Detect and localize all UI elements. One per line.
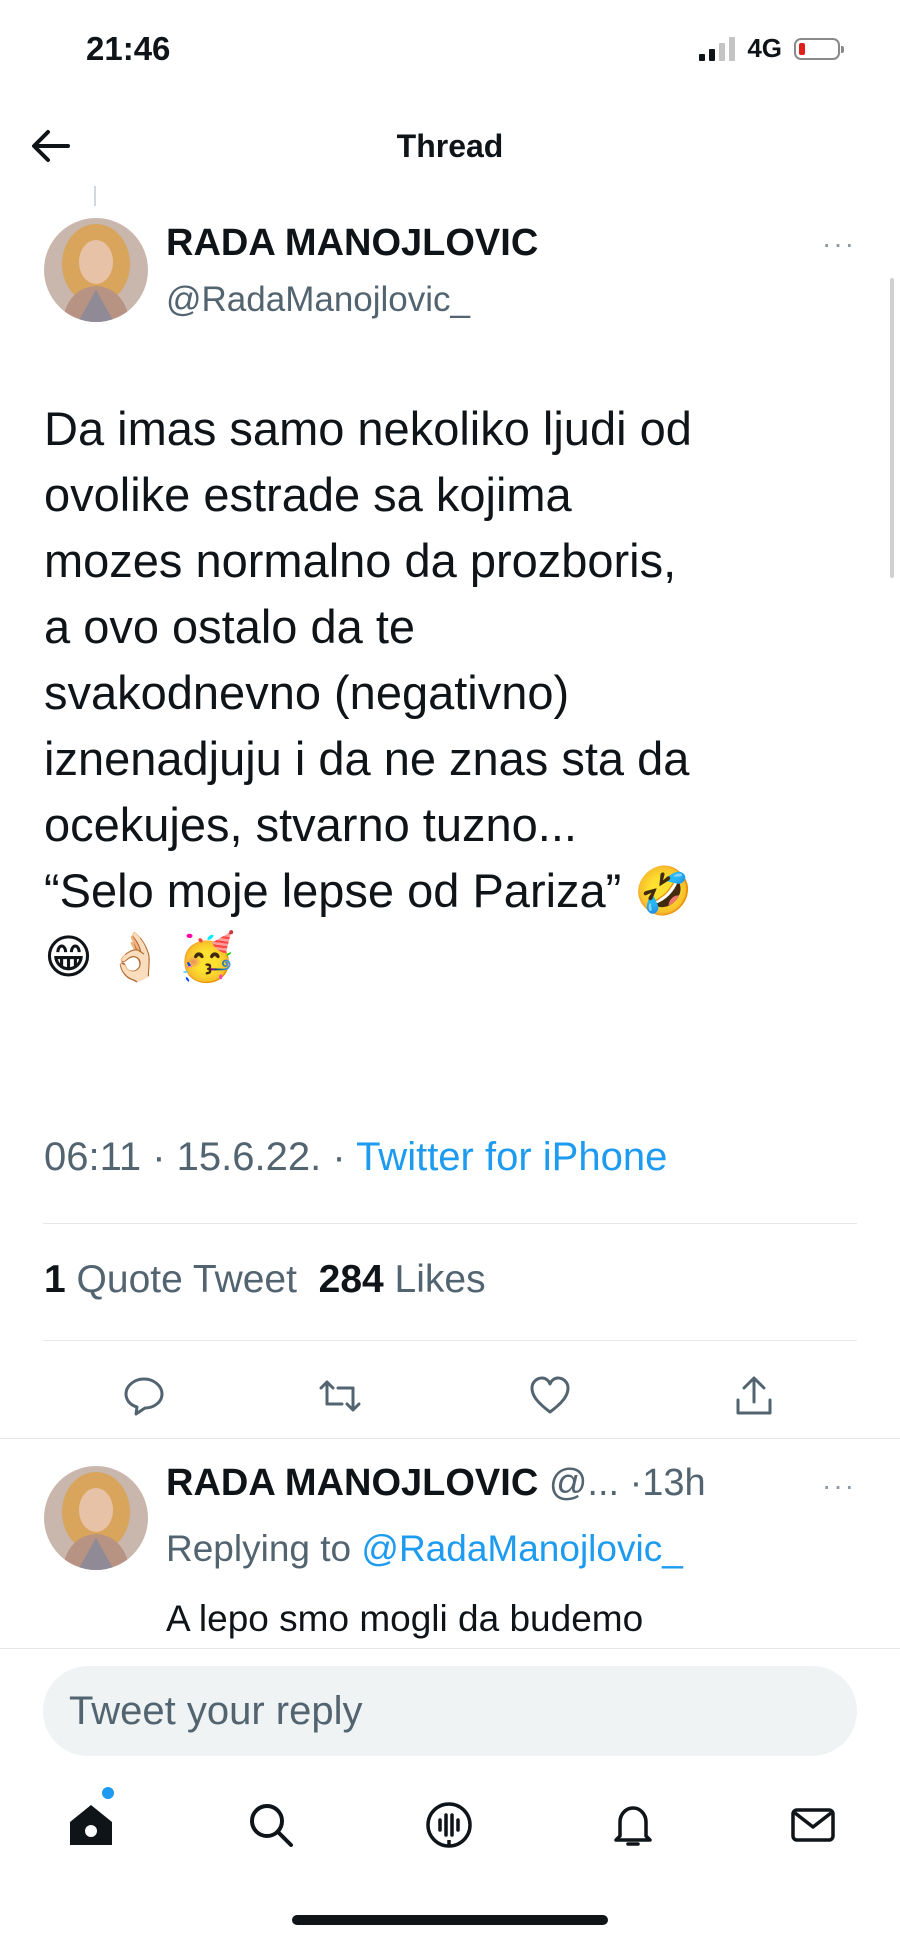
likes-link[interactable]: 284 Likes xyxy=(319,1258,486,1301)
author-name[interactable]: RADA MANOJLOVIC xyxy=(166,222,538,265)
thread-connector xyxy=(94,186,96,206)
status-indicators: 4G xyxy=(699,33,844,64)
retweet-button[interactable] xyxy=(318,1374,362,1418)
reply-author-row[interactable]: RADA MANOJLOVIC @... ·13h xyxy=(166,1462,706,1505)
reply-author-handle: @... xyxy=(538,1462,620,1504)
reply-button[interactable] xyxy=(122,1374,166,1418)
tweet-text: Da imas samo nekoliko ljudi od ovolike e… xyxy=(44,402,693,983)
share-button[interactable] xyxy=(732,1374,776,1418)
reply-icon xyxy=(124,1377,164,1416)
quote-tweets-link[interactable]: 1 Quote Tweet xyxy=(44,1258,297,1301)
status-time: 21:46 xyxy=(86,30,171,67)
tweet-meta: 06:11 · 15.6.22. · Twitter for iPhone xyxy=(44,1135,667,1180)
reply-more-options-icon[interactable]: ··· xyxy=(822,1470,856,1502)
scrollbar[interactable] xyxy=(890,278,894,578)
reply-time: ·13h xyxy=(619,1462,706,1504)
author-handle[interactable]: @RadaManojlovic_ xyxy=(166,280,470,320)
home-tab[interactable] xyxy=(66,1800,116,1850)
back-arrow-icon xyxy=(32,130,70,162)
spaces-tab[interactable] xyxy=(424,1800,474,1850)
page-title: Thread xyxy=(396,128,504,164)
messages-icon xyxy=(791,1808,835,1842)
reply-text: A lepo smo mogli da budemo xyxy=(166,1598,644,1639)
notification-dot xyxy=(102,1787,114,1799)
replying-to: Replying to @RadaManojlovic_ xyxy=(166,1528,683,1569)
notifications-icon xyxy=(614,1806,652,1846)
tweet-source-link[interactable]: Twitter for iPhone xyxy=(356,1135,667,1179)
battery-icon xyxy=(794,37,844,60)
divider xyxy=(0,1648,900,1649)
messages-tab[interactable] xyxy=(788,1800,838,1850)
reply-avatar[interactable] xyxy=(44,1466,148,1570)
avatar-image xyxy=(44,1466,148,1570)
like-button[interactable] xyxy=(528,1374,572,1418)
back-button[interactable] xyxy=(30,128,72,164)
avatar[interactable] xyxy=(44,218,148,322)
more-options-icon[interactable]: ··· xyxy=(822,228,856,260)
tweet-stats: 1 Quote Tweet 284 Likes xyxy=(44,1258,486,1302)
divider xyxy=(0,1438,900,1439)
spaces-icon xyxy=(426,1802,472,1848)
network-type: 4G xyxy=(747,33,782,63)
avatar-image xyxy=(44,218,148,322)
tweet-timestamp: 06:11 · 15.6.22. · xyxy=(44,1135,357,1179)
divider xyxy=(43,1340,857,1341)
search-tab[interactable] xyxy=(246,1800,296,1850)
reply-author-name[interactable]: RADA MANOJLOVIC xyxy=(166,1462,538,1504)
share-icon xyxy=(736,1376,772,1415)
retweet-icon xyxy=(319,1380,361,1412)
search-icon xyxy=(250,1804,293,1847)
notifications-tab[interactable] xyxy=(608,1800,658,1850)
reply-input[interactable]: Tweet your reply xyxy=(43,1666,857,1756)
signal-icon xyxy=(699,36,736,61)
home-icon xyxy=(70,1805,112,1845)
like-icon xyxy=(530,1376,570,1414)
replying-to-mention[interactable]: @RadaManojlovic_ xyxy=(361,1528,682,1569)
home-indicator[interactable] xyxy=(292,1915,608,1925)
divider xyxy=(43,1223,857,1224)
